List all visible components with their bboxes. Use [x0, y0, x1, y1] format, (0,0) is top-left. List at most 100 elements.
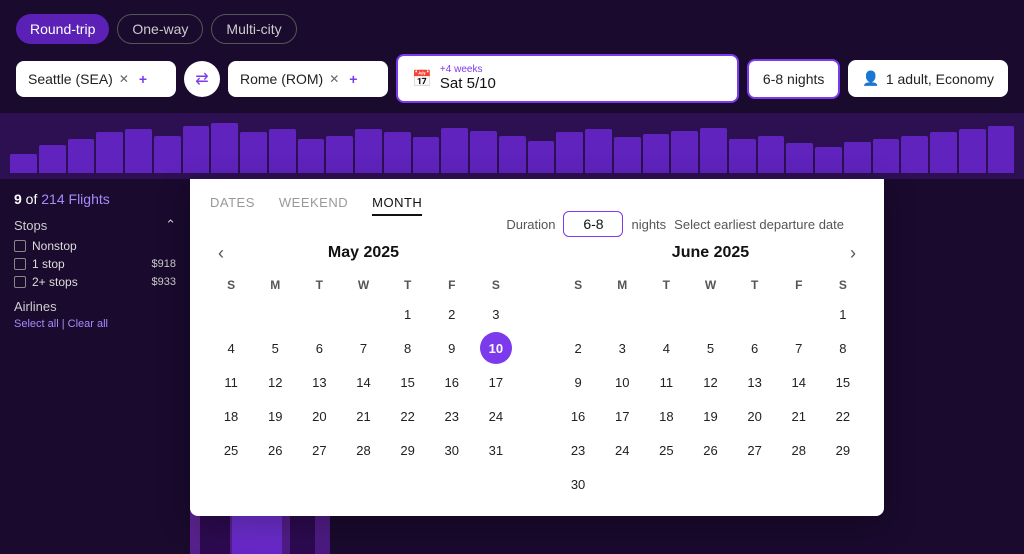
duration-input[interactable]	[563, 211, 623, 237]
histogram-bar	[326, 136, 353, 174]
calendar-day[interactable]: 1	[392, 298, 424, 330]
calendar-day[interactable]: 13	[303, 366, 335, 398]
calendar-day[interactable]: 19	[694, 400, 726, 432]
calendar-day[interactable]: 27	[303, 434, 335, 466]
calendar-day[interactable]: 23	[436, 400, 468, 432]
calendar-day[interactable]: 30	[436, 434, 468, 466]
calendar-day[interactable]: 7	[783, 332, 815, 364]
filter-1stop[interactable]: 1 stop $918	[14, 257, 176, 271]
trip-type-one-way[interactable]: One-way	[117, 14, 203, 44]
calendar-day[interactable]: 12	[259, 366, 291, 398]
trip-type-multi-city[interactable]: Multi-city	[211, 14, 296, 44]
calendar-day[interactable]: 13	[739, 366, 771, 398]
calendar-day[interactable]: 4	[215, 332, 247, 364]
calendar-day[interactable]: 23	[562, 434, 594, 466]
calendar-day[interactable]: 24	[606, 434, 638, 466]
calendar-day[interactable]: 14	[783, 366, 815, 398]
calendar-day[interactable]: 20	[739, 400, 771, 432]
calendar-day[interactable]: 27	[739, 434, 771, 466]
calendar-day[interactable]: 17	[480, 366, 512, 398]
stops-label: Stops	[14, 218, 47, 233]
calendar-day[interactable]: 25	[215, 434, 247, 466]
calendar-day[interactable]: 21	[347, 400, 379, 432]
swap-button[interactable]: ⇄	[184, 61, 220, 97]
calendar-day[interactable]: 9	[436, 332, 468, 364]
calendar-day[interactable]: 11	[215, 366, 247, 398]
filter-2plus-stops[interactable]: 2+ stops $933	[14, 275, 176, 289]
date-field[interactable]: 📅 +4 weeks Sat 5/10	[396, 54, 739, 103]
histogram-bar	[499, 136, 526, 174]
day-header: F	[431, 274, 473, 296]
calendar-day[interactable]: 10	[606, 366, 638, 398]
calendar-day[interactable]: 26	[694, 434, 726, 466]
day-header: W	[689, 274, 731, 296]
1stop-checkbox[interactable]	[14, 258, 26, 270]
calendar-day[interactable]: 29	[827, 434, 859, 466]
calendar-day[interactable]: 4	[650, 332, 682, 364]
histogram-bar	[815, 147, 842, 173]
calendar-day[interactable]: 28	[347, 434, 379, 466]
calendar-day[interactable]: 8	[827, 332, 859, 364]
calendar-day[interactable]: 15	[392, 366, 424, 398]
calendar-day[interactable]: 3	[480, 298, 512, 330]
tab-month[interactable]: MONTH	[372, 195, 422, 216]
calendar-day[interactable]: 25	[650, 434, 682, 466]
destination-field[interactable]: Rome (ROM) ✕ +	[228, 61, 388, 97]
calendar-day[interactable]: 22	[392, 400, 424, 432]
calendar-day[interactable]: 21	[783, 400, 815, 432]
next-month-button[interactable]: ›	[842, 241, 864, 266]
calendar-day[interactable]: 6	[739, 332, 771, 364]
calendar-day[interactable]: 2	[562, 332, 594, 364]
calendar-day[interactable]: 9	[562, 366, 594, 398]
calendar-day[interactable]: 5	[259, 332, 291, 364]
empty-day	[562, 298, 594, 330]
calendar-day[interactable]: 20	[303, 400, 335, 432]
calendar-day[interactable]: 7	[347, 332, 379, 364]
calendar-day[interactable]: 18	[215, 400, 247, 432]
calendar-day[interactable]: 14	[347, 366, 379, 398]
left-sidebar: 9 of 214 Flights Stops ⌃ Nonstop 1 stop …	[0, 179, 190, 554]
calendar-day[interactable]: 11	[650, 366, 682, 398]
calendar-day[interactable]: 26	[259, 434, 291, 466]
calendar-day[interactable]: 17	[606, 400, 638, 432]
dest-add[interactable]: +	[349, 71, 357, 87]
prev-month-button[interactable]: ‹	[210, 241, 232, 266]
origin-add[interactable]: +	[139, 71, 147, 87]
june-grid: SMTWTFS123456789101112131415161718192021…	[557, 274, 864, 500]
nights-field[interactable]: 6-8 nights	[747, 59, 840, 99]
select-all-link[interactable]: Select all	[14, 318, 59, 330]
calendar-day[interactable]: 29	[392, 434, 424, 466]
dest-clear[interactable]: ✕	[329, 72, 339, 86]
calendar-day[interactable]: 2	[436, 298, 468, 330]
nonstop-checkbox[interactable]	[14, 240, 26, 252]
calendar-day[interactable]: 16	[562, 400, 594, 432]
histogram-bar	[441, 128, 468, 173]
calendar-day[interactable]: 19	[259, 400, 291, 432]
tab-weekend[interactable]: WEEKEND	[279, 195, 348, 216]
calendar-day[interactable]: 8	[392, 332, 424, 364]
clear-all-link[interactable]: Clear all	[68, 318, 108, 330]
calendar-day[interactable]: 10	[480, 332, 512, 364]
calendar-day[interactable]: 1	[827, 298, 859, 330]
travelers-field[interactable]: 👤1 adult, Economy	[848, 60, 1008, 97]
calendar-day[interactable]: 3	[606, 332, 638, 364]
tab-dates[interactable]: DATES	[210, 195, 255, 216]
calendar-day[interactable]: 6	[303, 332, 335, 364]
calendar-day[interactable]: 24	[480, 400, 512, 432]
calendar-day[interactable]: 5	[694, 332, 726, 364]
calendar-day[interactable]: 22	[827, 400, 859, 432]
calendar-day[interactable]: 28	[783, 434, 815, 466]
calendar-day[interactable]: 31	[480, 434, 512, 466]
calendar-day[interactable]: 30	[562, 468, 594, 500]
trip-type-round-trip[interactable]: Round-trip	[16, 14, 109, 44]
2plus-checkbox[interactable]	[14, 276, 26, 288]
calendar-day[interactable]: 12	[694, 366, 726, 398]
histogram-area	[0, 113, 1024, 173]
calendar-day[interactable]: 18	[650, 400, 682, 432]
histogram-bar	[384, 132, 411, 173]
filter-nonstop[interactable]: Nonstop	[14, 239, 176, 253]
calendar-day[interactable]: 15	[827, 366, 859, 398]
calendar-day[interactable]: 16	[436, 366, 468, 398]
origin-field[interactable]: Seattle (SEA) ✕ +	[16, 61, 176, 97]
origin-clear[interactable]: ✕	[119, 72, 129, 86]
